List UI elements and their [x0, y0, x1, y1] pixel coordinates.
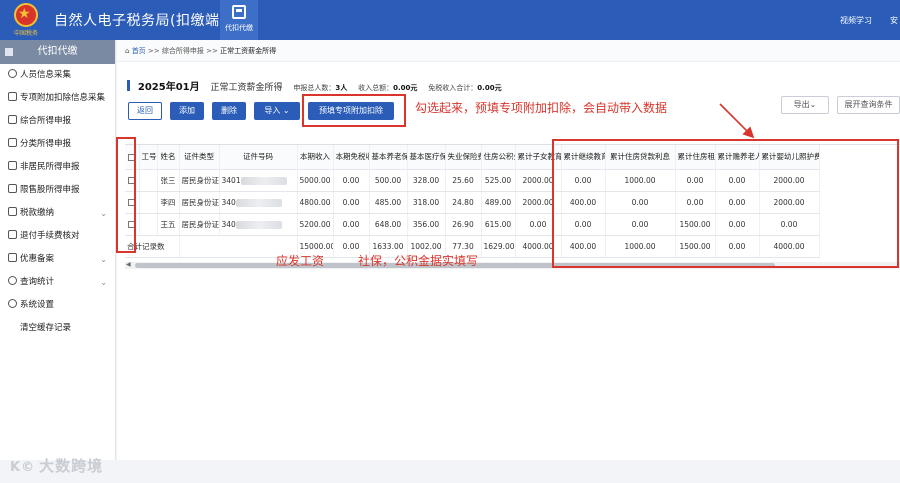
watermark-logo-icon: K© [10, 460, 36, 475]
watermark: K© 大数跨境 [10, 457, 104, 475]
annotation-arrows [719, 103, 755, 139]
arrow-to-deductions [719, 103, 755, 139]
